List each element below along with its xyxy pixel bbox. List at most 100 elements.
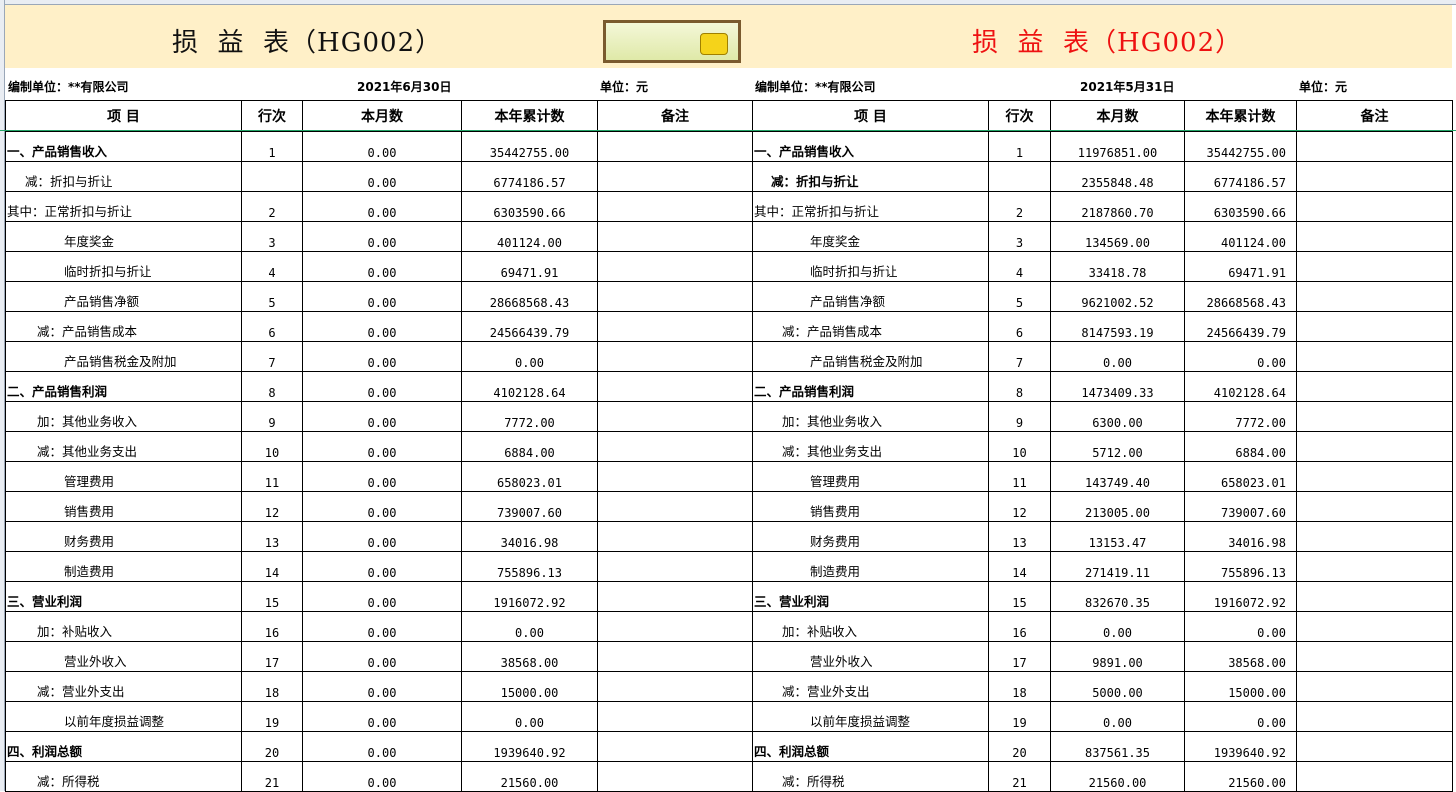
item-cell[interactable]: 减：产品销售成本 (6, 312, 242, 342)
line-no-cell[interactable]: 3 (989, 222, 1051, 252)
item-cell[interactable]: 加：补贴收入 (753, 612, 989, 642)
item-cell[interactable]: 临时折扣与折让 (753, 252, 989, 282)
item-cell[interactable]: 其中：正常折扣与折让 (753, 192, 989, 222)
month-amount-cell[interactable]: 5712.00 (1051, 432, 1185, 462)
remark-cell[interactable] (598, 462, 753, 492)
month-amount-cell[interactable]: 0.00 (1051, 702, 1185, 732)
remark-cell[interactable] (1297, 462, 1453, 492)
remark-cell[interactable] (1297, 132, 1453, 162)
item-cell[interactable]: 减：所得税 (6, 762, 242, 792)
header-line-no[interactable]: 行次 (242, 101, 303, 132)
remark-cell[interactable] (598, 192, 753, 222)
line-no-cell[interactable]: 19 (989, 702, 1051, 732)
item-cell[interactable]: 制造费用 (6, 552, 242, 582)
month-amount-cell[interactable]: 0.00 (303, 372, 462, 402)
month-amount-cell[interactable]: 8147593.19 (1051, 312, 1185, 342)
ytd-amount-cell[interactable]: 0.00 (462, 612, 598, 642)
month-amount-cell[interactable]: 9621002.52 (1051, 282, 1185, 312)
header-item[interactable]: 项 目 (6, 101, 242, 132)
line-no-cell[interactable]: 16 (242, 612, 303, 642)
month-amount-cell[interactable]: 13153.47 (1051, 522, 1185, 552)
ytd-amount-cell[interactable]: 6774186.57 (462, 162, 598, 192)
month-amount-cell[interactable]: 271419.11 (1051, 552, 1185, 582)
ytd-amount-cell[interactable]: 35442755.00 (462, 132, 598, 162)
item-cell[interactable]: 销售费用 (6, 492, 242, 522)
item-cell[interactable]: 一、产品销售收入 (6, 132, 242, 162)
item-cell[interactable]: 财务费用 (6, 522, 242, 552)
line-no-cell[interactable]: 21 (242, 762, 303, 792)
ytd-amount-cell[interactable]: 755896.13 (1185, 552, 1297, 582)
ytd-amount-cell[interactable]: 24566439.79 (1185, 312, 1297, 342)
ytd-amount-cell[interactable]: 7772.00 (1185, 402, 1297, 432)
item-cell[interactable]: 营业外收入 (6, 642, 242, 672)
line-no-cell[interactable]: 20 (242, 732, 303, 762)
month-amount-cell[interactable]: 0.00 (303, 762, 462, 792)
line-no-cell[interactable]: 16 (989, 612, 1051, 642)
line-no-cell[interactable]: 21 (989, 762, 1051, 792)
remark-cell[interactable] (1297, 702, 1453, 732)
ytd-amount-cell[interactable]: 7772.00 (462, 402, 598, 432)
line-no-cell[interactable]: 11 (242, 462, 303, 492)
ytd-amount-cell[interactable]: 34016.98 (462, 522, 598, 552)
item-cell[interactable]: 加：补贴收入 (6, 612, 242, 642)
item-cell[interactable]: 减：产品销售成本 (753, 312, 989, 342)
line-no-cell[interactable]: 3 (242, 222, 303, 252)
remark-cell[interactable] (598, 162, 753, 192)
line-no-cell[interactable]: 19 (242, 702, 303, 732)
header-item[interactable]: 项 目 (753, 101, 989, 132)
remark-cell[interactable] (1297, 582, 1453, 612)
ytd-amount-cell[interactable]: 28668568.43 (462, 282, 598, 312)
month-amount-cell[interactable]: 6300.00 (1051, 402, 1185, 432)
ytd-amount-cell[interactable]: 6303590.66 (462, 192, 598, 222)
line-no-cell[interactable]: 2 (989, 192, 1051, 222)
remark-cell[interactable] (598, 702, 753, 732)
ytd-amount-cell[interactable]: 401124.00 (1185, 222, 1297, 252)
remark-cell[interactable] (1297, 222, 1453, 252)
ytd-amount-cell[interactable]: 0.00 (462, 342, 598, 372)
remark-cell[interactable] (598, 522, 753, 552)
ytd-amount-cell[interactable]: 24566439.79 (462, 312, 598, 342)
line-no-cell[interactable]: 2 (242, 192, 303, 222)
item-cell[interactable]: 其中：正常折扣与折让 (6, 192, 242, 222)
header-month[interactable]: 本月数 (1051, 101, 1185, 132)
item-cell[interactable]: 减：所得税 (753, 762, 989, 792)
remark-cell[interactable] (598, 312, 753, 342)
item-cell[interactable]: 产品销售净额 (753, 282, 989, 312)
line-no-cell[interactable]: 5 (989, 282, 1051, 312)
line-no-cell[interactable]: 17 (989, 642, 1051, 672)
month-amount-cell[interactable]: 0.00 (303, 432, 462, 462)
month-amount-cell[interactable]: 11976851.00 (1051, 132, 1185, 162)
remark-cell[interactable] (598, 432, 753, 462)
remark-cell[interactable] (1297, 552, 1453, 582)
ytd-amount-cell[interactable]: 21560.00 (462, 762, 598, 792)
month-amount-cell[interactable]: 0.00 (1051, 612, 1185, 642)
remark-cell[interactable] (1297, 312, 1453, 342)
ytd-amount-cell[interactable]: 0.00 (1185, 612, 1297, 642)
item-cell[interactable]: 以前年度损益调整 (6, 702, 242, 732)
header-line-no[interactable]: 行次 (989, 101, 1051, 132)
month-amount-cell[interactable]: 5000.00 (1051, 672, 1185, 702)
ytd-amount-cell[interactable]: 4102128.64 (462, 372, 598, 402)
month-amount-cell[interactable]: 0.00 (303, 582, 462, 612)
line-no-cell[interactable] (989, 162, 1051, 192)
line-no-cell[interactable]: 8 (989, 372, 1051, 402)
ytd-amount-cell[interactable]: 739007.60 (462, 492, 598, 522)
line-no-cell[interactable]: 11 (989, 462, 1051, 492)
line-no-cell[interactable]: 4 (989, 252, 1051, 282)
ytd-amount-cell[interactable]: 69471.91 (1185, 252, 1297, 282)
month-amount-cell[interactable]: 0.00 (303, 402, 462, 432)
line-no-cell[interactable]: 9 (242, 402, 303, 432)
remark-cell[interactable] (1297, 762, 1453, 792)
remark-cell[interactable] (1297, 282, 1453, 312)
remark-cell[interactable] (1297, 432, 1453, 462)
line-no-cell[interactable]: 6 (242, 312, 303, 342)
month-amount-cell[interactable]: 0.00 (303, 672, 462, 702)
month-amount-cell[interactable]: 0.00 (303, 252, 462, 282)
month-amount-cell[interactable]: 2187860.70 (1051, 192, 1185, 222)
remark-cell[interactable] (598, 282, 753, 312)
item-cell[interactable]: 管理费用 (6, 462, 242, 492)
month-amount-cell[interactable]: 0.00 (303, 192, 462, 222)
month-amount-cell[interactable]: 0.00 (303, 342, 462, 372)
ytd-amount-cell[interactable]: 739007.60 (1185, 492, 1297, 522)
month-amount-cell[interactable]: 0.00 (303, 462, 462, 492)
